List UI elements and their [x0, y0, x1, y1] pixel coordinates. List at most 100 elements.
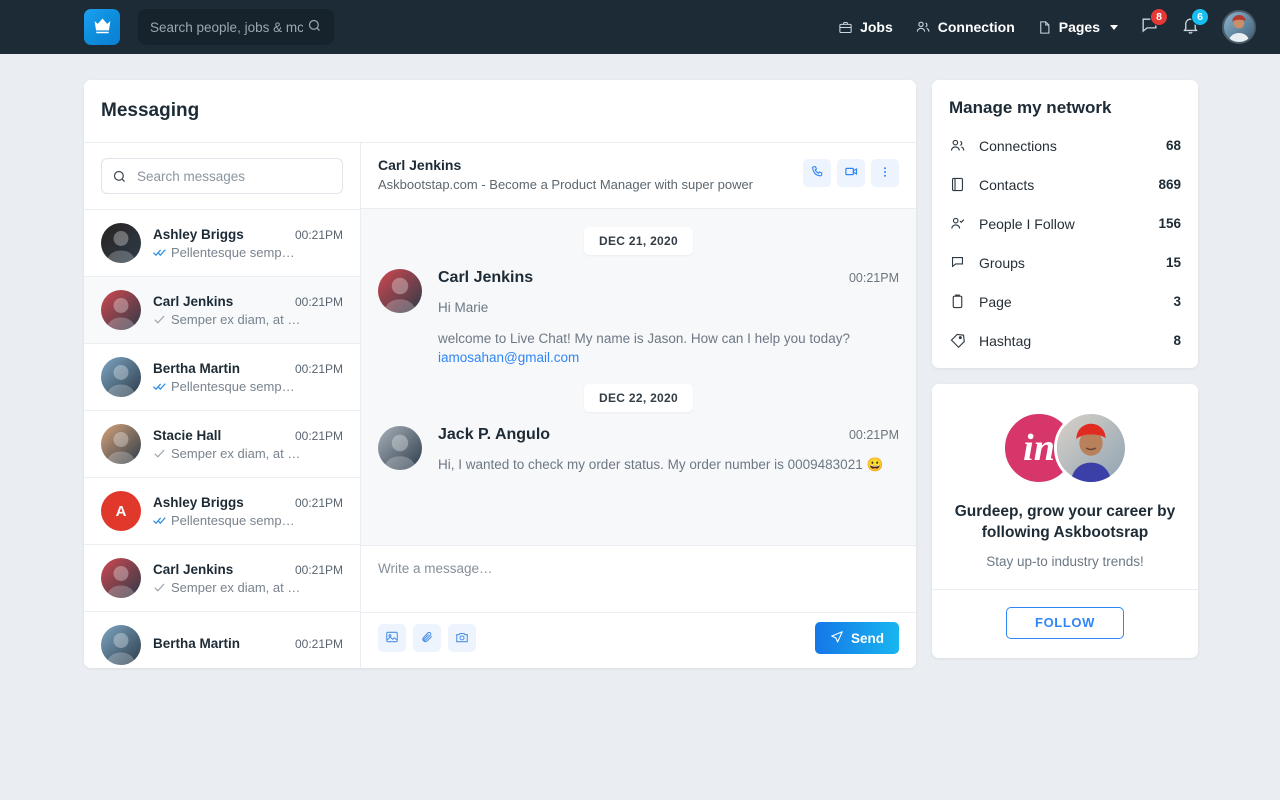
message-link[interactable]: iamosahan@gmail.com [438, 350, 579, 365]
thread-name: Bertha Martin [153, 636, 241, 651]
person-check-icon [949, 215, 966, 232]
thread-name: Carl Jenkins [153, 561, 234, 577]
messages-badge: 8 [1150, 8, 1168, 26]
network-row-count: 156 [1158, 216, 1181, 231]
thread-list-item[interactable]: A Ashley Briggs 00:21PM Pellentesque semp… [84, 478, 360, 545]
chat-contact-name: Carl Jenkins [378, 157, 462, 173]
send-plane-icon [830, 630, 844, 647]
thread-time: 00:21PM [294, 428, 343, 443]
thread-list-item[interactable]: Ashley Briggs 00:21PM Pellentesque semp… [84, 210, 360, 277]
thread-list-item[interactable]: Stacie Hall 00:21PM Semper ex diam, at … [84, 411, 360, 478]
send-button[interactable]: Send [814, 622, 899, 654]
video-call-button[interactable] [837, 159, 865, 187]
thread-time: 00:21PM [294, 294, 343, 309]
avatar [101, 625, 141, 665]
thread-preview: Semper ex diam, at … [171, 311, 301, 327]
camera-button[interactable] [448, 624, 476, 652]
promo-subtitle: Stay up-to industry trends! [986, 553, 1144, 569]
thread-name: Ashley Briggs [153, 226, 244, 242]
page-title: Messaging [84, 80, 916, 143]
network-row-count: 15 [1165, 255, 1181, 270]
attach-image-button[interactable] [378, 624, 406, 652]
clipboard-icon [949, 293, 966, 310]
thread-list-item[interactable]: Bertha Martin 00:21PM Pellentesque semp… [84, 344, 360, 411]
thread-list[interactable]: Ashley Briggs 00:21PM Pellentesque semp… Ca… [84, 209, 360, 668]
avatar [101, 223, 141, 263]
search-messages-input[interactable] [137, 168, 332, 184]
network-row-count: 8 [1173, 333, 1181, 348]
check-icon [153, 313, 166, 326]
network-row-count: 68 [1165, 138, 1181, 153]
thread-list-item[interactable]: Carl Jenkins 00:21PM Semper ex diam, at … [84, 277, 360, 344]
promo-card: in Gurdeep, grow your career by followin… [932, 384, 1198, 658]
network-card-title: Manage my network [949, 98, 1112, 117]
message-sender: Jack P. Angulo [438, 425, 551, 443]
brand-logo[interactable] [84, 9, 120, 45]
people-icon [949, 137, 966, 154]
double-check-icon [153, 246, 166, 259]
thread-list-panel: Ashley Briggs 00:21PM Pellentesque semp… Ca… [84, 143, 361, 668]
follow-button[interactable]: FOLLOW [1006, 606, 1124, 639]
check-icon [153, 581, 166, 594]
attach-file-button[interactable] [413, 624, 441, 652]
thread-list-item[interactable]: Carl Jenkins 00:21PM Semper ex diam, at … [84, 545, 360, 612]
image-icon [385, 630, 399, 647]
video-camera-icon [844, 164, 859, 182]
send-button-label: Send [850, 630, 884, 646]
network-rows: Connections 68 Contacts 869 People I Follow 1… [949, 126, 1181, 360]
avatar [378, 425, 422, 470]
message-composer: Send [361, 545, 916, 668]
people-icon [915, 19, 931, 35]
thread-preview: Pellentesque semp… [171, 244, 295, 260]
thread-search[interactable] [101, 158, 343, 194]
network-row-page[interactable]: Page 3 [949, 282, 1181, 321]
network-row-count: 3 [1173, 294, 1181, 309]
nav-item-connection[interactable]: Connection [915, 19, 1015, 35]
document-icon [1037, 20, 1052, 35]
network-row-contacts[interactable]: Contacts 869 [949, 165, 1181, 204]
message-input[interactable] [361, 546, 916, 612]
chat-bubble-icon [949, 254, 966, 271]
global-search[interactable] [138, 9, 334, 45]
search-icon [307, 18, 322, 36]
network-row-label: Connections [979, 137, 1057, 154]
avatar [101, 424, 141, 464]
date-pill-label: DEC 21, 2020 [584, 227, 693, 255]
network-row-people-i-follow[interactable]: People I Follow 156 [949, 204, 1181, 243]
nav-label-pages: Pages [1058, 19, 1100, 35]
chat-options-button[interactable] [871, 159, 899, 187]
nav-item-jobs[interactable]: Jobs [838, 19, 893, 35]
thread-list-item[interactable]: Bertha Martin 00:21PM [84, 612, 360, 668]
date-separator: DEC 22, 2020 [361, 383, 916, 412]
chat-panel: Carl Jenkins Askbootstap.com - Become a … [361, 143, 916, 668]
thread-name: Carl Jenkins [153, 293, 234, 309]
right-sidebar: Manage my network Connections 68 Contacts 8… [932, 80, 1198, 658]
thread-time: 00:21PM [294, 562, 343, 577]
network-row-hashtag[interactable]: Hashtag 8 [949, 321, 1181, 360]
message-time: 00:21PM [848, 271, 899, 285]
thread-preview: Pellentesque semp… [171, 378, 295, 394]
paperclip-icon [420, 630, 434, 647]
avatar [101, 558, 141, 598]
notifications-button[interactable]: 6 [1181, 8, 1209, 38]
promo-person-photo [1054, 411, 1128, 485]
call-button[interactable] [803, 159, 831, 187]
search-input[interactable] [150, 19, 303, 35]
chat-message: Carl Jenkins 00:21PM Hi Marie welcome to Li… [361, 269, 916, 384]
tag-icon [949, 332, 966, 349]
avatar[interactable] [1222, 10, 1256, 44]
camera-icon [455, 630, 469, 647]
thread-time: 00:21PM [294, 361, 343, 376]
promo-images: in [949, 410, 1181, 486]
network-row-groups[interactable]: Groups 15 [949, 243, 1181, 282]
network-row-connections[interactable]: Connections 68 [949, 126, 1181, 165]
promo-title: Gurdeep, grow your career by following A… [954, 503, 1176, 541]
nav-item-pages[interactable]: Pages [1037, 19, 1118, 35]
messages-button[interactable]: 8 [1140, 8, 1168, 38]
thread-preview: Semper ex diam, at … [171, 579, 301, 595]
nav-right-group: Jobs Connection Pages 8 6 [838, 8, 1256, 44]
message-thread[interactable]: DEC 21, 2020 Carl Jenkins 00:21PM Hi Marie w… [361, 209, 916, 545]
chat-actions [803, 157, 899, 187]
avatar [378, 269, 422, 313]
thread-preview: Pellentesque semp… [171, 512, 295, 528]
